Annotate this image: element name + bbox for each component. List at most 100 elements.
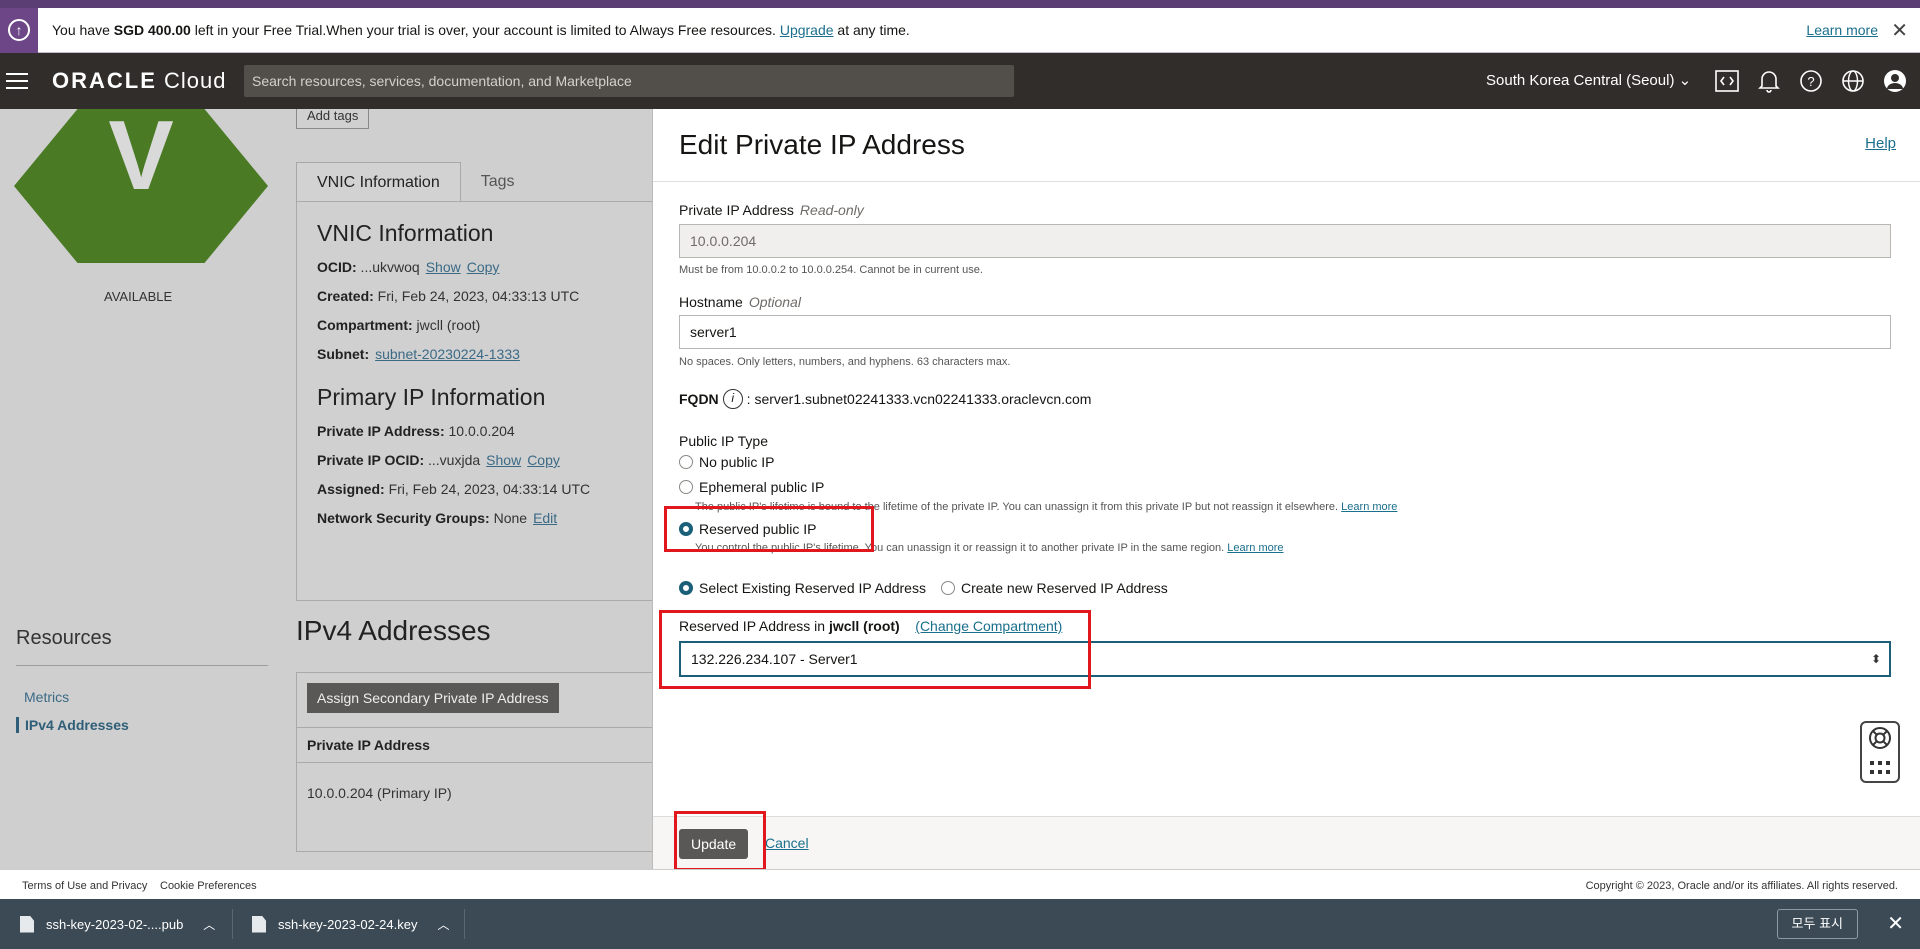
trial-message: You have SGD 400.00 left in your Free Tr… [52,22,910,38]
hostname-label: Hostname Optional [679,294,801,310]
vnic-details-page: V AVAILABLE Add tags VNIC Information Ta… [0,109,652,869]
tab-tags[interactable]: Tags [461,162,535,202]
radio-circle-icon [679,455,693,469]
fqdn-row: FQDN i : server1.subnet02241333.vcn02241… [679,389,1092,409]
copyright-text: Copyright © 2023, Oracle and/or its affi… [1585,880,1898,892]
ocid-row: OCID: ...ukvwoq Show Copy [317,259,500,275]
trial-learn-more-link[interactable]: Learn more [1806,22,1878,38]
assigned-row: Assigned: Fri, Feb 24, 2023, 04:33:14 UT… [317,481,591,497]
info-icon[interactable]: i [722,389,743,409]
download-divider [464,909,465,939]
chevron-up-icon[interactable]: ︿ [437,916,449,933]
chevron-up-icon[interactable]: ︿ [203,916,215,933]
svg-text:?: ? [1807,74,1814,89]
private-ip-hint: Must be from 10.0.0.2 to 10.0.0.254. Can… [679,264,983,276]
private-ip-row: Private IP Address: 10.0.0.204 [317,423,515,439]
radio-circle-icon [679,480,693,494]
globe-icon[interactable] [1840,68,1866,94]
ipv4-table: Assign Secondary Private IP Address Priv… [296,672,652,852]
radio-ephemeral-public-ip[interactable]: Ephemeral public IP [679,479,824,495]
grid-icon [1870,759,1890,780]
download-divider [232,909,233,939]
created-row: Created: Fri, Feb 24, 2023, 04:33:13 UTC [317,288,580,304]
tab-vnic-information[interactable]: VNIC Information [296,162,461,202]
drawer-help-link[interactable]: Help [1865,135,1896,152]
vnic-information-panel: VNIC Information OCID: ...ukvwoq Show Copy… [296,201,652,601]
ephemeral-learn-more-link[interactable]: Learn more [1341,501,1397,513]
edit-private-ip-drawer: Edit Private IP Address Help Private IP … [652,109,1920,869]
public-ip-type-label: Public IP Type [679,433,768,449]
nsg-edit-link[interactable]: Edit [533,510,557,526]
private-ip-label: Private IP Address Read-only [679,202,864,218]
terms-link[interactable]: Terms of Use and Privacy [22,880,147,892]
ocid-show-link[interactable]: Show [426,259,461,275]
radio-create-new-reserved[interactable]: Create new Reserved IP Address [941,580,1168,596]
bell-icon[interactable] [1756,68,1782,94]
subnet-row: Subnet: subnet-20230224-1333 [317,346,520,362]
compartment-row: Compartment: jwcll (root) [317,317,481,333]
help-icon[interactable]: ? [1798,68,1824,94]
highlight-update-button [674,811,766,871]
region-selector[interactable]: South Korea Central (Seoul) ⌄ [1486,71,1691,89]
table-row: 10.0.0.204 (Primary IP) [307,785,452,801]
drawer-footer: Update Cancel [653,816,1920,869]
radio-circle-icon [941,581,955,595]
vnic-heading: VNIC Information [317,220,494,246]
highlight-reserved-ip-select [659,610,1091,689]
radio-no-public-ip[interactable]: No public IP [679,454,774,470]
ipv4-title: IPv4 Addresses [296,615,491,646]
oracle-cloud-logo[interactable]: ORACLE Cloud [52,68,226,94]
resource-metrics[interactable]: Metrics [24,689,69,705]
cloud-shell-icon[interactable] [1714,68,1740,94]
radio-selected-icon [679,581,693,595]
show-all-downloads-button[interactable]: 모두 표시 [1776,909,1858,939]
resource-ipv4-addresses[interactable]: IPv4 Addresses [16,717,129,733]
hostname-hint: No spaces. Only letters, numbers, and hy… [679,356,1011,368]
search-input[interactable]: Search resources, services, documentatio… [244,65,1014,97]
download-bar: ssh-key-2023-02-....pub ︿ ssh-key-2023-0… [0,899,1920,949]
upgrade-icon-wrap: ↑ [0,7,38,53]
pip-show-link[interactable]: Show [486,452,521,468]
reserved-learn-more-link[interactable]: Learn more [1227,542,1283,554]
ocid-copy-link[interactable]: Copy [467,259,500,275]
arrow-up-circle-icon: ↑ [8,19,30,41]
highlight-reserved-public-ip [664,506,874,552]
subnet-link[interactable]: subnet-20230224-1333 [375,346,520,362]
close-banner-icon[interactable]: ✕ [1891,18,1908,43]
vnic-tabs: VNIC Information Tags [296,162,535,202]
cookie-preferences-link[interactable]: Cookie Preferences [160,880,257,892]
add-tags-button[interactable]: Add tags [296,109,370,129]
updown-chevron-icon: ⬍ [1870,652,1881,666]
page-footer: Terms of Use and Privacy Cookie Preferen… [0,869,1920,899]
download-item-key[interactable]: ssh-key-2023-02-24.key ︿ [252,899,449,949]
instance-status-text: AVAILABLE [104,289,173,304]
drawer-title-divider [653,181,1920,182]
private-ip-field: 10.0.0.204 [679,224,1891,258]
file-icon [252,915,266,933]
close-download-bar-icon[interactable]: ✕ [1887,911,1904,936]
console-header: ORACLE Cloud Search resources, services,… [0,53,1920,109]
assign-secondary-ip-button[interactable]: Assign Secondary Private IP Address [307,683,559,713]
resources-title: Resources [16,627,112,649]
primary-ip-heading: Primary IP Information [317,384,546,410]
private-ip-ocid-row: Private IP OCID: ...vuxjda Show Copy [317,452,560,468]
pip-copy-link[interactable]: Copy [527,452,560,468]
radio-select-existing-reserved[interactable]: Select Existing Reserved IP Address [679,580,926,596]
trial-amount: SGD 400.00 [113,22,191,38]
trial-banner: ↑ You have SGD 400.00 left in your Free … [0,0,1920,53]
download-item-pub[interactable]: ssh-key-2023-02-....pub ︿ [20,899,215,949]
user-profile-icon[interactable] [1882,68,1908,94]
resources-divider [16,665,268,666]
file-icon [20,915,34,933]
instance-status-hexagon: V [14,109,268,263]
drawer-title: Edit Private IP Address [679,129,965,160]
menu-icon[interactable] [6,73,28,89]
lifebuoy-icon [1867,725,1893,756]
cancel-link[interactable]: Cancel [765,835,809,851]
upgrade-link[interactable]: Upgrade [780,22,834,38]
nsg-row: Network Security Groups: None Edit [317,510,558,526]
chevron-down-icon: ⌄ [1678,72,1692,89]
support-widget[interactable] [1860,721,1900,783]
hostname-field[interactable]: server1 [679,315,1891,349]
table-header-private-ip[interactable]: Private IP Address [297,727,652,763]
